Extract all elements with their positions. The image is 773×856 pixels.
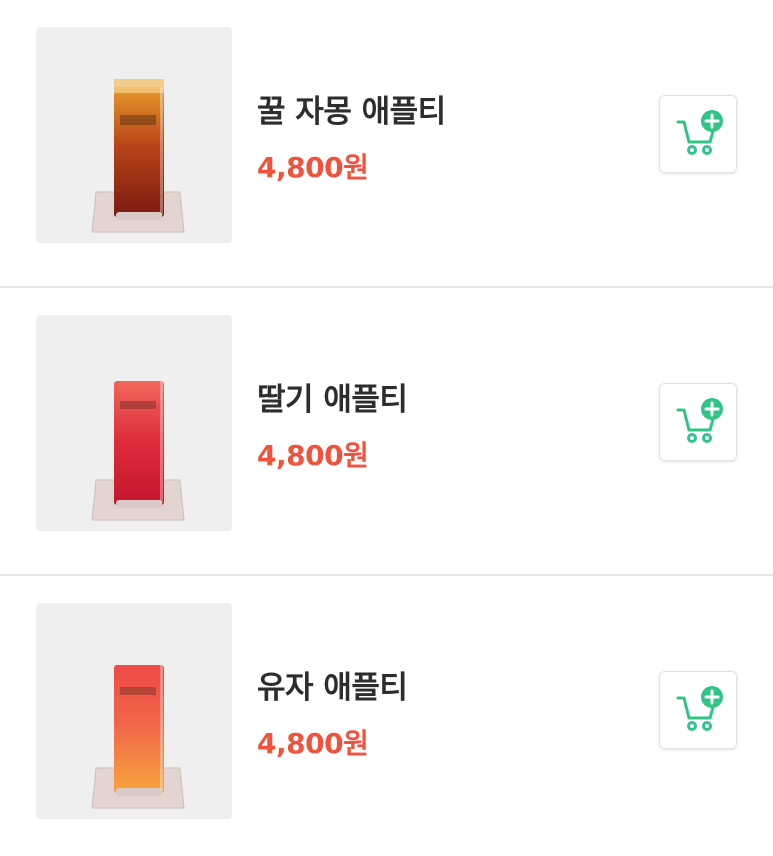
add-to-cart-button[interactable] [659,383,737,461]
product-image[interactable] [36,603,232,819]
product-name: 유자 애플티 [257,670,408,706]
add-to-cart-button[interactable] [659,95,737,173]
product-price: 4,800원 [257,439,369,472]
add-to-cart-button[interactable] [659,671,737,749]
product-name: 딸기 애플티 [257,382,408,418]
add-to-cart-icon [676,686,723,731]
product-image[interactable] [36,27,232,243]
product-price: 4,800원 [257,727,369,760]
product-row[interactable]: 꿀 자몽 애플티 4,800원 [0,0,773,288]
product-row[interactable]: 유자 애플티 4,800원 [0,576,773,856]
product-name: 꿀 자몽 애플티 [257,94,446,130]
product-image[interactable] [36,315,232,531]
add-to-cart-icon [676,398,723,443]
product-price: 4,800원 [257,151,369,184]
product-list: 꿀 자몽 애플티 4,800원 딸기 애플티 4,800원 유자 애플티 4,8… [0,0,773,856]
add-to-cart-icon [676,110,723,155]
product-row[interactable]: 딸기 애플티 4,800원 [0,288,773,576]
